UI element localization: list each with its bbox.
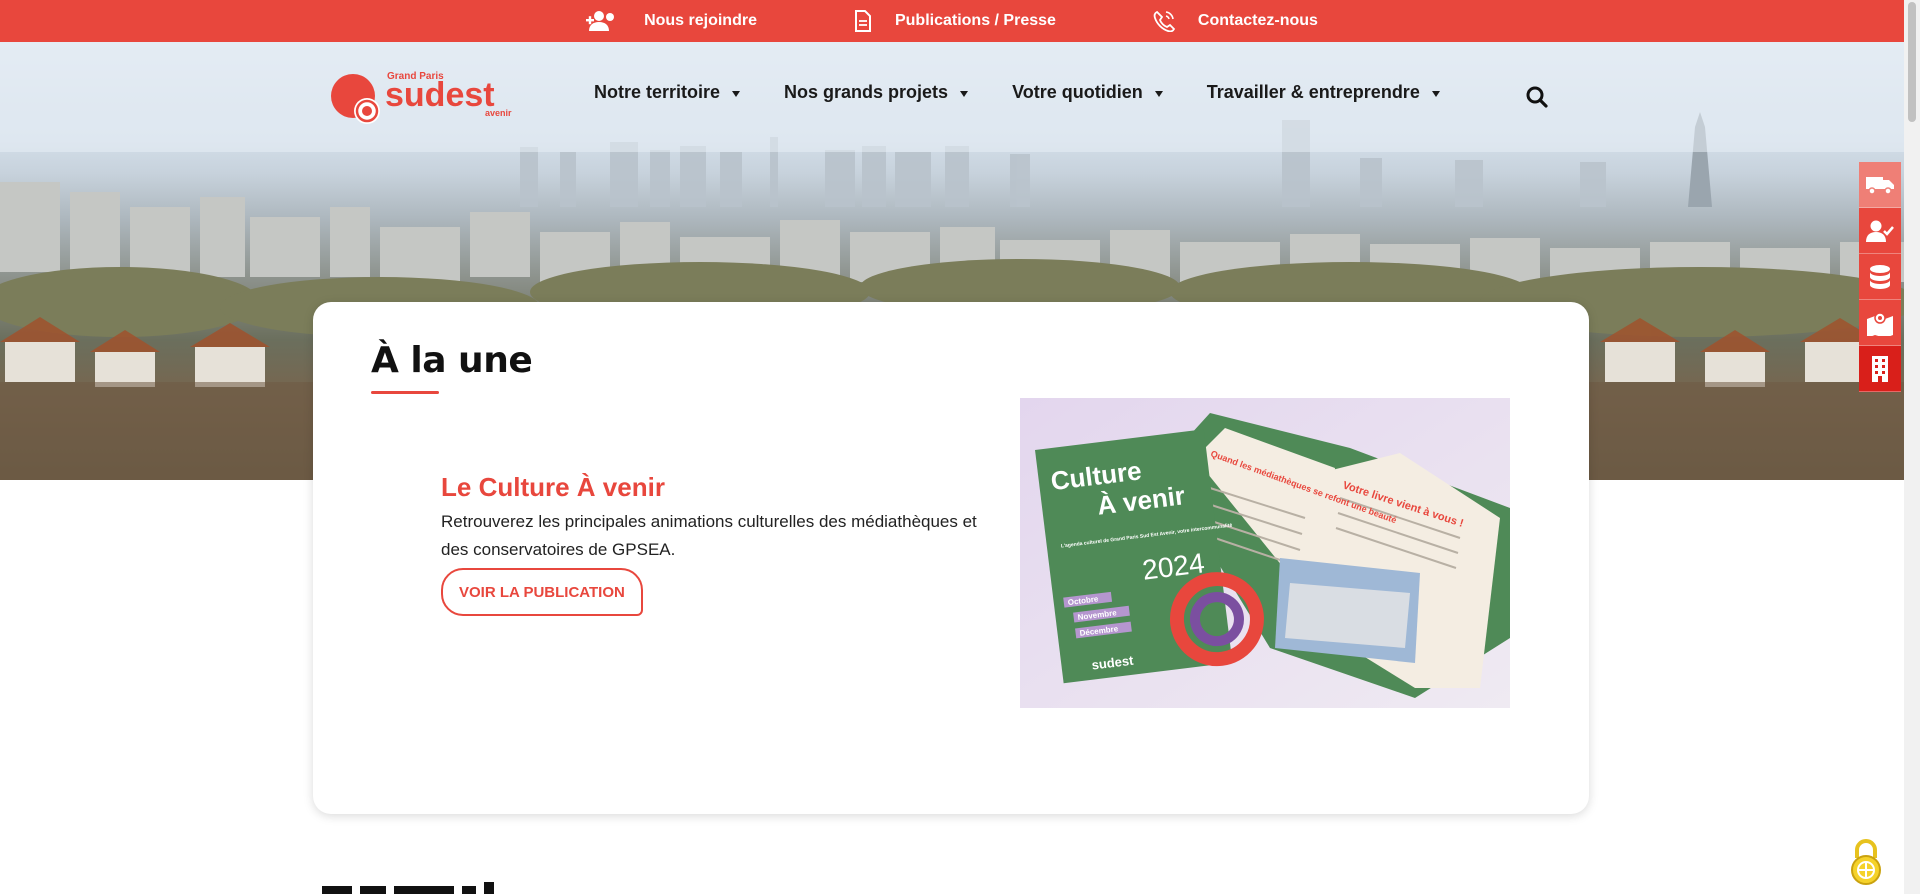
truck-icon bbox=[1866, 176, 1894, 195]
contact-label: Contactez-nous bbox=[1197, 12, 1318, 29]
publication-title[interactable]: Le Culture À venir bbox=[441, 472, 665, 503]
contact-link[interactable]: Contactez-nous bbox=[1152, 10, 1318, 32]
quick-access-buildings[interactable] bbox=[1859, 346, 1901, 392]
map-icon bbox=[1867, 311, 1893, 336]
accessibility-lock-icon[interactable] bbox=[1848, 838, 1884, 886]
nav-entreprendre[interactable]: Travailler & entreprendre bbox=[1207, 82, 1440, 103]
building-icon bbox=[1872, 355, 1888, 382]
nav-quotidien-label: Votre quotidien bbox=[1012, 82, 1143, 102]
headline-card: À la une Le Culture À venir Retrouverez … bbox=[313, 302, 1589, 814]
nav-grands-projets-label: Nos grands projets bbox=[784, 82, 949, 102]
caret-down-icon bbox=[732, 90, 741, 97]
logo-main-text: sudest bbox=[385, 76, 495, 114]
nav-quotidien[interactable]: Votre quotidien bbox=[1012, 82, 1163, 103]
quick-access-data[interactable] bbox=[1859, 254, 1901, 300]
user-plus-icon bbox=[586, 11, 615, 31]
caret-down-icon bbox=[1431, 90, 1440, 97]
next-section-heading-partial bbox=[322, 882, 494, 894]
view-publication-button[interactable]: VOIR LA PUBLICATION bbox=[441, 568, 643, 616]
join-us-link[interactable]: Nous rejoindre bbox=[586, 10, 757, 32]
caret-down-icon bbox=[1154, 90, 1163, 97]
search-icon[interactable] bbox=[1526, 86, 1548, 108]
nav-grands-projets[interactable]: Nos grands projets bbox=[784, 82, 969, 103]
user-check-icon bbox=[1866, 220, 1894, 242]
publication-cover-image[interactable]: Quand les médiathèques se refont une bea… bbox=[1020, 398, 1510, 708]
join-us-label: Nous rejoindre bbox=[644, 12, 757, 29]
site-logo[interactable]: Grand Paris sudest avenir bbox=[330, 68, 515, 128]
section-title: À la une bbox=[371, 340, 533, 381]
logo-bottom-text: avenir bbox=[485, 108, 512, 118]
publications-label: Publications / Presse bbox=[894, 12, 1056, 29]
section-title-underline bbox=[371, 391, 439, 394]
document-icon bbox=[854, 10, 871, 32]
quick-access-services[interactable] bbox=[1859, 208, 1901, 254]
quick-access-collecte[interactable] bbox=[1859, 162, 1901, 208]
nav-territoire-label: Notre territoire bbox=[594, 82, 721, 102]
publication-description: Retrouverez les principales animations c… bbox=[441, 512, 977, 559]
nav-territoire[interactable]: Notre territoire bbox=[594, 82, 741, 103]
quick-access-toolbar bbox=[1859, 162, 1901, 392]
top-utility-bar: Nous rejoindre Publications / Presse Con… bbox=[0, 0, 1904, 43]
caret-down-icon bbox=[960, 90, 969, 97]
main-navigation: Notre territoire Nos grands projets Votr… bbox=[594, 82, 1484, 103]
quick-access-map[interactable] bbox=[1859, 300, 1901, 346]
nav-entreprendre-label: Travailler & entreprendre bbox=[1206, 82, 1420, 102]
page-scrollbar[interactable] bbox=[1904, 0, 1920, 894]
publications-link[interactable]: Publications / Presse bbox=[853, 10, 1056, 32]
scrollbar-thumb[interactable] bbox=[1908, 2, 1916, 122]
phone-icon bbox=[1153, 10, 1176, 32]
database-icon bbox=[1870, 264, 1890, 289]
